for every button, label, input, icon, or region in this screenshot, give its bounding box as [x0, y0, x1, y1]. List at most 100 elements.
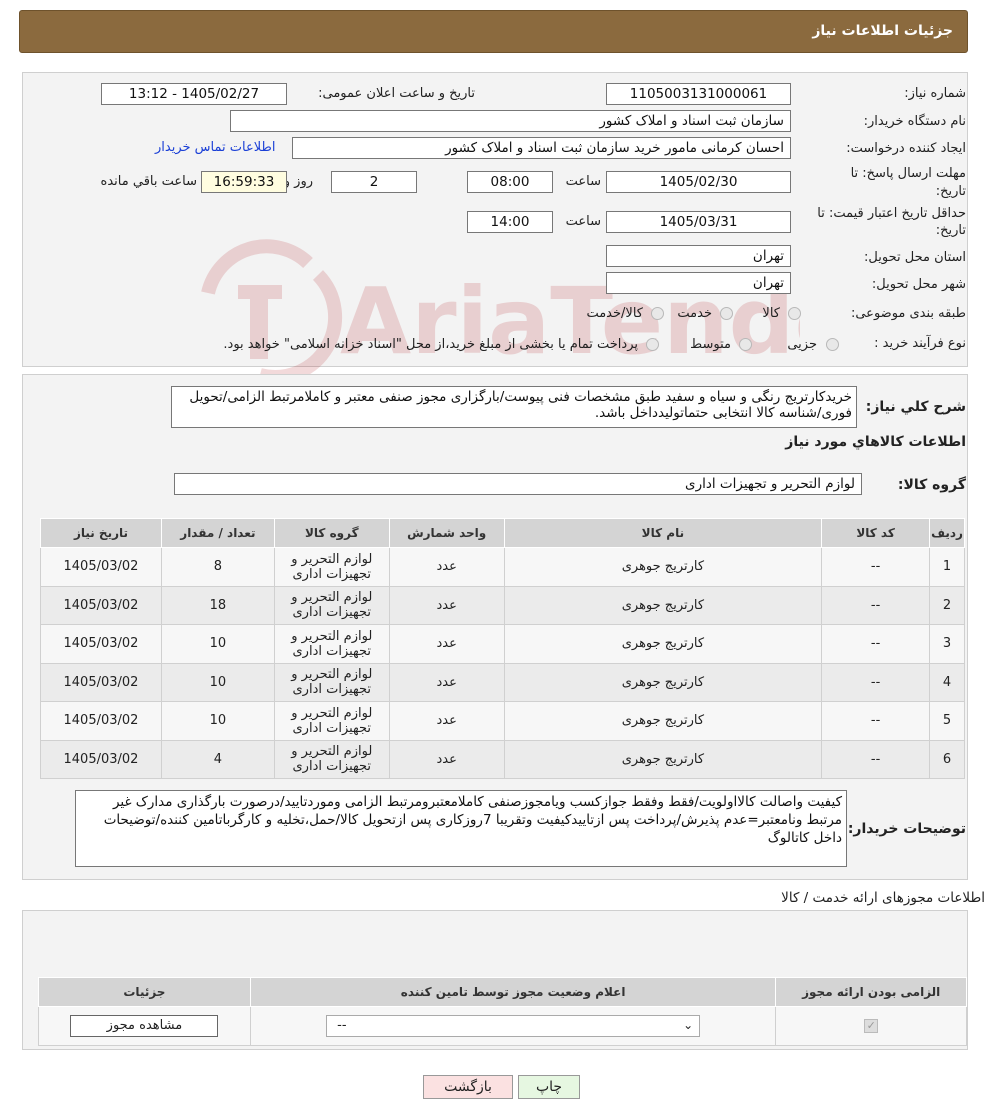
goods-name: کارتریج جوهری [503, 739, 823, 779]
goods-table: ردیف کد کالا نام کالا واحد شمارش گروه کا… [40, 518, 965, 779]
buyer-org-field: سازمان ثبت اسناد و املاک کشور [230, 110, 791, 132]
row-number: 2 [929, 585, 965, 625]
need-date: 1405/03/02 [40, 662, 162, 702]
process-radio-treasury[interactable] [646, 338, 659, 351]
permit-status-select[interactable]: -- ⌄ [326, 1014, 701, 1037]
process-radio-minor[interactable] [826, 338, 839, 351]
table-row: 1 -- کارتریج جوهری عدد لوازم التحریر و ت… [40, 547, 965, 587]
category-radio-goods-service[interactable] [651, 307, 664, 320]
requester-field: احسان کرمانی مامور خرید سازمان ثبت اسناد… [292, 137, 791, 159]
buyer-org-label: نام دستگاه خریدار: [863, 114, 966, 129]
table-row: 6 -- کارتریج جوهری عدد لوازم التحریر و ت… [40, 739, 965, 779]
goods-name: کارتریج جوهری [503, 547, 823, 587]
remaining-time-label: ساعت باقي مانده [100, 174, 197, 189]
need-date: 1405/03/02 [40, 739, 162, 779]
city-label: شهر محل تحویل: [871, 277, 966, 292]
col-permit-status: اعلام وضعیت مجوز توسط تامین کننده [249, 977, 777, 1007]
remaining-time-field: 16:59:33 [201, 171, 287, 193]
col-goods-code: کد کالا [821, 518, 931, 548]
unit: عدد [388, 624, 505, 664]
need-number-field: 1105003131000061 [606, 83, 791, 105]
col-permit-required: الزامی بودن ارائه مجوز [775, 977, 967, 1007]
announce-datetime-field: 1405/02/27 - 13:12 [101, 83, 287, 105]
buyer-notes-label: توضیحات خریدار: [847, 821, 966, 837]
goods-code: -- [821, 547, 931, 587]
row-number: 5 [929, 701, 965, 741]
col-row-number: ردیف [929, 518, 965, 548]
province-field: تهران [606, 245, 791, 267]
category-option-service: خدمت [677, 306, 712, 321]
row-number: 1 [929, 547, 965, 587]
category-option-goods-service: کالا/خدمت [586, 306, 643, 321]
table-row: 4 -- کارتریج جوهری عدد لوازم التحریر و ت… [40, 662, 965, 702]
quantity: 10 [160, 624, 275, 664]
announce-datetime-label: تاریخ و ساعت اعلان عمومی: [318, 86, 475, 101]
view-permit-button[interactable]: مشاهده مجوز [70, 1014, 219, 1037]
print-button[interactable]: چاپ [518, 1075, 580, 1099]
need-date: 1405/03/02 [40, 585, 162, 625]
goods-group: لوازم التحریر و تجهیزات اداری [273, 739, 390, 779]
permits-table: الزامی بودن ارائه مجوز اعلام وضعیت مجوز … [38, 977, 967, 1046]
quantity: 18 [160, 585, 275, 625]
province-label: استان محل تحویل: [864, 250, 966, 265]
permit-status-cell: -- ⌄ [249, 1006, 777, 1046]
page-title: جزئیات اطلاعات نیاز [812, 23, 953, 39]
process-type-label: نوع فرآیند خرید : [874, 336, 966, 351]
page-header: جزئیات اطلاعات نیاز [19, 10, 968, 53]
table-row: 5 -- کارتریج جوهری عدد لوازم التحریر و ت… [40, 701, 965, 741]
unit: عدد [388, 585, 505, 625]
days-label: روز و [283, 174, 313, 189]
deadline-date-field: 1405/02/30 [606, 171, 791, 193]
back-button[interactable]: بازگشت [423, 1075, 513, 1099]
price-validity-label: حداقل تاریخ اعتبار قیمت: تا [817, 206, 966, 221]
description-label: شرح کلي نياز: [865, 399, 966, 415]
col-goods-group: گروه کالا [273, 518, 390, 548]
unit: عدد [388, 662, 505, 702]
permit-status-value: -- [337, 1017, 347, 1033]
goods-code: -- [821, 739, 931, 779]
table-row: 3 -- کارتریج جوهری عدد لوازم التحریر و ت… [40, 624, 965, 664]
need-date: 1405/03/02 [40, 701, 162, 741]
category-label: طبقه بندی موضوعی: [850, 306, 966, 321]
buyer-contact-link[interactable]: اطلاعات تماس خریدار [155, 140, 275, 155]
price-validity-label-date: تاریخ: [935, 223, 966, 238]
buyer-notes-textarea[interactable]: کیفیت واصالت کالااولویت/فقط وفقط جوازکسب… [75, 790, 847, 867]
goods-group: لوازم التحریر و تجهیزات اداری [273, 662, 390, 702]
goods-name: کارتریج جوهری [503, 624, 823, 664]
table-row: 2 -- کارتریج جوهری عدد لوازم التحریر و ت… [40, 585, 965, 625]
permit-required-checkbox[interactable]: ✓ [864, 1018, 879, 1033]
process-option-medium: متوسط [690, 337, 731, 352]
row-number: 4 [929, 662, 965, 702]
need-date: 1405/03/02 [40, 547, 162, 587]
permit-details-cell: مشاهده مجوز [38, 1006, 251, 1046]
goods-group-label: گروه کالا: [897, 477, 966, 493]
goods-code: -- [821, 701, 931, 741]
remaining-days-field: 2 [331, 171, 417, 193]
quantity: 4 [160, 739, 275, 779]
col-need-date: تاریخ نیاز [40, 518, 162, 548]
row-number: 6 [929, 739, 965, 779]
permit-row: ✓ -- ⌄ مشاهده مجوز [38, 1006, 967, 1046]
requester-label: ایجاد کننده درخواست: [846, 141, 966, 156]
col-quantity: تعداد / مقدار [160, 518, 275, 548]
price-validity-date-field: 1405/03/31 [606, 211, 791, 233]
price-validity-time-label: ساعت [565, 214, 601, 229]
unit: عدد [388, 739, 505, 779]
category-radio-service[interactable] [720, 307, 733, 320]
unit: عدد [388, 701, 505, 741]
col-unit: واحد شمارش [388, 518, 505, 548]
goods-section-title: اطلاعات کالاهاي مورد نياز [785, 434, 966, 450]
treasury-payment-note: پرداخت تمام یا بخشی از مبلغ خرید،از محل … [223, 337, 638, 352]
goods-group: لوازم التحریر و تجهیزات اداری [273, 624, 390, 664]
goods-group: لوازم التحریر و تجهیزات اداری [273, 701, 390, 741]
quantity: 8 [160, 547, 275, 587]
process-option-minor: جزیی [787, 337, 817, 352]
col-goods-name: نام کالا [503, 518, 823, 548]
description-textarea[interactable]: خریدکارتریج رنگی و سیاه و سفید طبق مشخصا… [171, 386, 857, 428]
process-radio-medium[interactable] [739, 338, 752, 351]
goods-code: -- [821, 585, 931, 625]
need-date: 1405/03/02 [40, 624, 162, 664]
deadline-time-label: ساعت [565, 174, 601, 189]
need-number-label: شماره نیاز: [904, 86, 966, 101]
category-radio-goods[interactable] [788, 307, 801, 320]
